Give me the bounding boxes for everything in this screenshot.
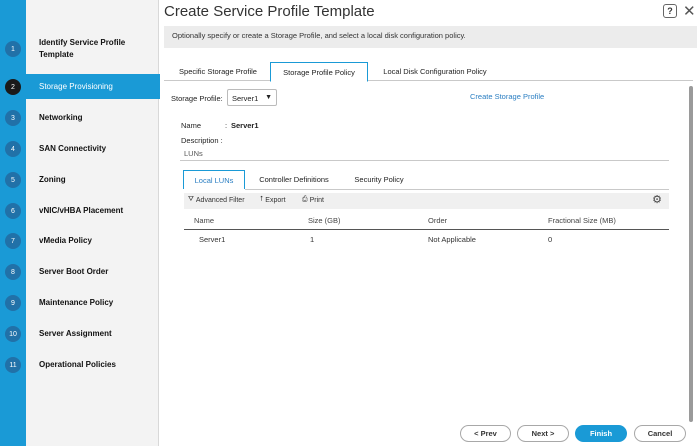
step-server-boot-order[interactable]: 8 Server Boot Order [0, 264, 160, 280]
advanced-filter-label: Advanced Filter [195, 196, 245, 204]
step-number: 10 [5, 326, 21, 342]
step-number: 11 [5, 357, 21, 373]
step-number: 1 [5, 41, 21, 57]
name-value: Server1 [231, 121, 259, 130]
step-label: vMedia Policy [39, 236, 92, 245]
step-label: Zoning [39, 175, 66, 184]
storage-tabs: Specific Storage Profile Storage Profile… [164, 62, 693, 82]
cell-name: Server1 [199, 235, 226, 244]
subtabs-divider [245, 189, 669, 190]
step-identify-template[interactable]: 1 Identify Service Profile Template [0, 36, 160, 62]
step-label: Operational Policies [39, 360, 116, 369]
column-header-fractional-size[interactable]: Fractional Size (MB) [548, 216, 616, 225]
advanced-filter-button[interactable]: ⛛ Advanced Filter [188, 196, 245, 204]
cell-order: Not Applicable [428, 235, 476, 244]
luns-section-label: LUNs [184, 149, 203, 158]
tab-security-policy[interactable]: Security Policy [347, 170, 411, 189]
storage-profile-label: Storage Profile: [171, 94, 223, 103]
column-header-order[interactable]: Order [428, 216, 447, 225]
step-networking[interactable]: 3 Networking [0, 110, 160, 126]
step-number: 6 [5, 203, 21, 219]
prev-button[interactable]: < Prev [460, 425, 511, 442]
vertical-scrollbar[interactable] [689, 86, 693, 422]
export-button[interactable]: ⭡ Export [260, 196, 286, 204]
step-label: SAN Connectivity [39, 144, 107, 153]
description-label: Description : [181, 136, 223, 145]
name-label: Name [181, 121, 202, 130]
step-label: Maintenance Policy [39, 298, 114, 307]
step-number: 3 [5, 110, 21, 126]
step-vmedia-policy[interactable]: 7 vMedia Policy [0, 233, 160, 249]
tab-local-luns[interactable]: Local LUNs [183, 170, 245, 189]
finish-button[interactable]: Finish [575, 425, 627, 442]
tab-storage-profile-policy[interactable]: Storage Profile Policy [270, 62, 368, 82]
step-zoning[interactable]: 5 Zoning [0, 172, 160, 188]
step-vnic-vhba-placement[interactable]: 6 vNIC/vHBA Placement [0, 203, 160, 219]
left-accent-strip [0, 0, 26, 446]
chevron-down-icon: ▼ [265, 94, 272, 101]
step-number: 7 [5, 233, 21, 249]
print-icon: ⎙ [302, 196, 308, 203]
next-button[interactable]: Next > [517, 425, 569, 442]
cell-fractional-size: 0 [548, 235, 553, 244]
step-number: 4 [5, 141, 21, 157]
step-number: 5 [5, 172, 21, 188]
step-san-connectivity[interactable]: 4 SAN Connectivity [0, 141, 160, 157]
name-colon: : [225, 121, 228, 130]
help-icon[interactable]: ? [663, 4, 677, 18]
cell-size: 1 [310, 235, 315, 244]
close-icon[interactable]: ✕ [683, 2, 696, 20]
step-storage-provisioning[interactable]: 2 Storage Provisioning [0, 74, 160, 99]
table-toolbar: ⛛ Advanced Filter ⭡ Export ⎙ Print ⚙ [184, 193, 669, 209]
cancel-button[interactable]: Cancel [634, 425, 686, 442]
print-button[interactable]: ⎙ Print [302, 196, 324, 204]
tab-specific-storage-profile[interactable]: Specific Storage Profile [168, 62, 268, 81]
tab-local-disk-configuration-policy[interactable]: Local Disk Configuration Policy [371, 62, 499, 81]
column-header-size[interactable]: Size (GB) [308, 216, 341, 225]
step-number: 9 [5, 295, 21, 311]
step-server-assignment[interactable]: 10 Server Assignment [0, 326, 160, 342]
step-number: 8 [5, 264, 21, 280]
wizard-title: Create Service Profile Template [164, 3, 375, 20]
gear-icon[interactable]: ⚙ [652, 193, 662, 206]
section-divider [180, 160, 669, 161]
step-number: 2 [5, 79, 21, 95]
storage-profile-selected: Server1 [232, 94, 259, 103]
step-label: Server Boot Order [39, 267, 109, 276]
wizard-description: Optionally specify or create a Storage P… [164, 26, 697, 48]
filter-icon: ⛛ [188, 196, 194, 203]
step-label: vNIC/vHBA Placement [39, 206, 124, 215]
step-label: Networking [39, 113, 83, 122]
step-label: Server Assignment [39, 329, 112, 338]
table-row[interactable]: Server1 1 Not Applicable 0 [184, 232, 669, 248]
step-label: Identify Service Profile Template [39, 38, 126, 59]
step-operational-policies[interactable]: 11 Operational Policies [0, 357, 160, 373]
luns-table-header: Name Size (GB) Order Fractional Size (MB… [184, 212, 669, 230]
column-header-name[interactable]: Name [194, 216, 214, 225]
step-label: Storage Provisioning [39, 82, 113, 91]
create-storage-profile-link[interactable]: Create Storage Profile [470, 92, 544, 101]
export-label: Export [265, 196, 286, 204]
lun-subtabs: Local LUNs Controller Definitions Securi… [183, 170, 669, 189]
storage-profile-select[interactable]: Server1 ▼ [227, 89, 277, 106]
tab-controller-definitions[interactable]: Controller Definitions [251, 170, 337, 189]
wizard-steps-sidebar [26, 0, 159, 446]
print-label: Print [309, 196, 325, 204]
export-icon: ⭡ [260, 196, 264, 203]
step-maintenance-policy[interactable]: 9 Maintenance Policy [0, 295, 160, 311]
